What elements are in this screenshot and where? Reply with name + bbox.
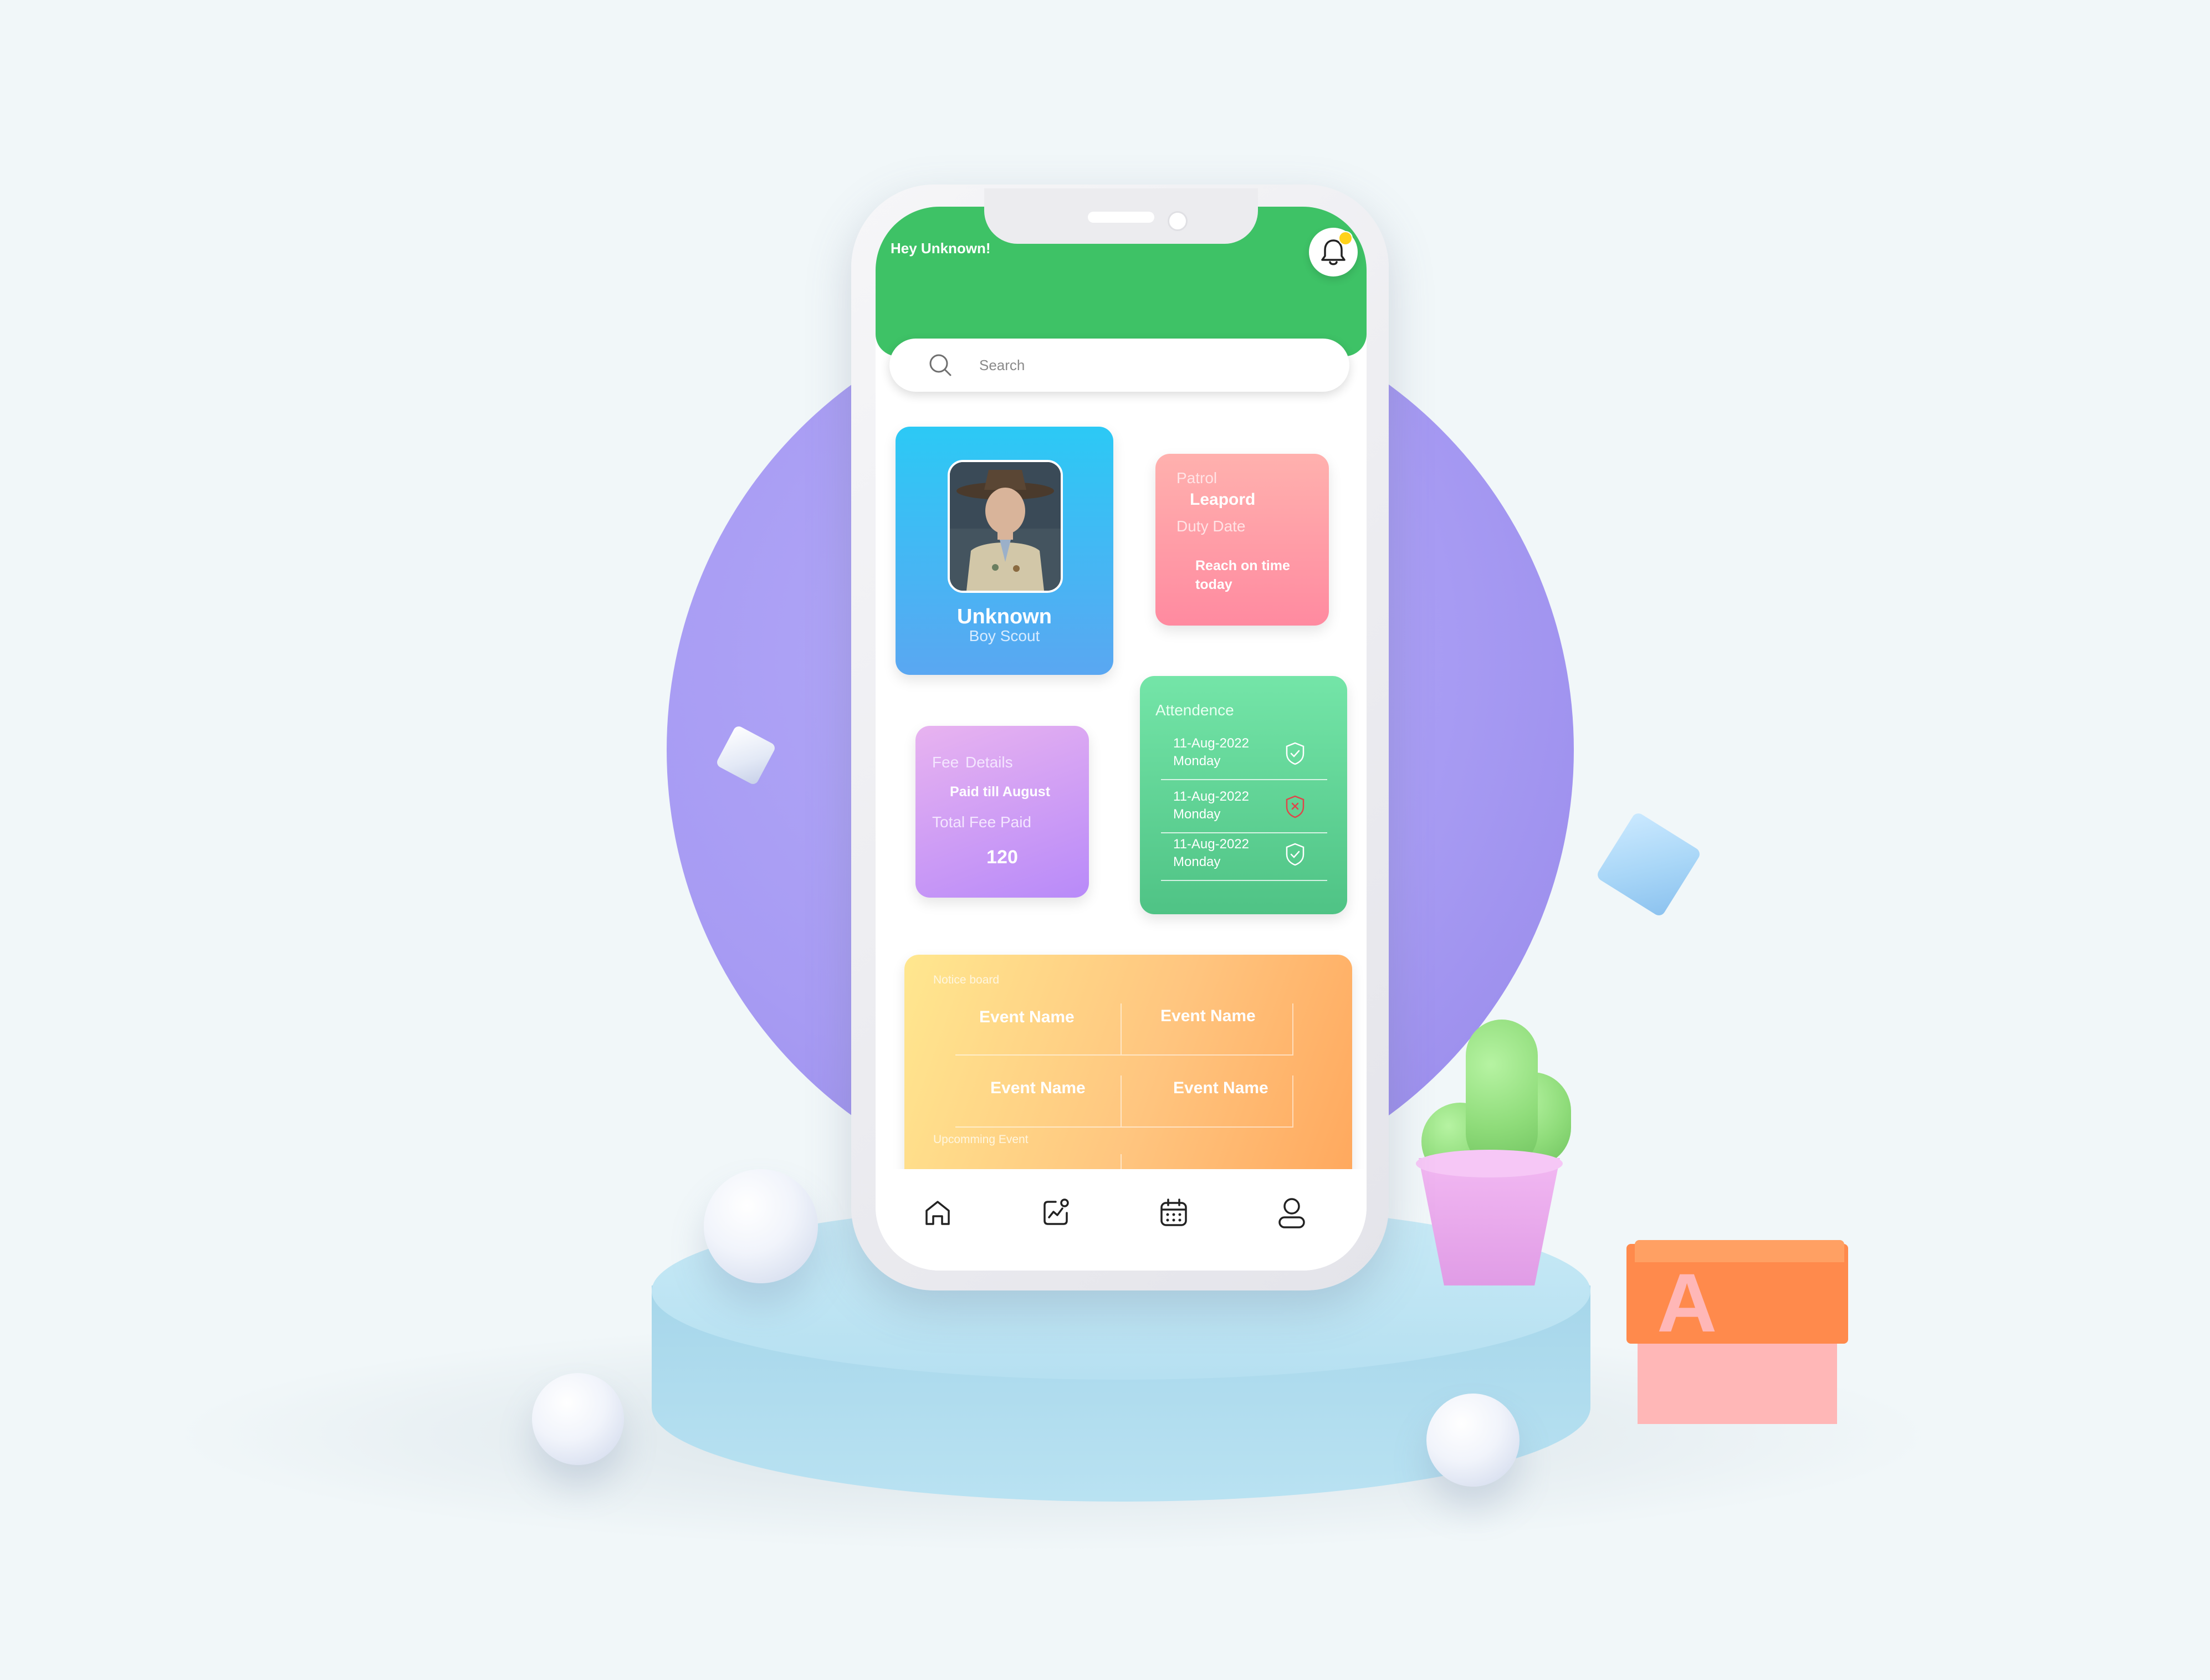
attendance-row: 11-Aug-2022 Monday — [1161, 832, 1327, 881]
attendance-day: Monday — [1173, 807, 1221, 822]
event-name[interactable]: Event Name — [979, 1008, 1075, 1027]
tab-calendar[interactable] — [1154, 1194, 1193, 1232]
duty-date-label: Duty Date — [1176, 518, 1246, 535]
analytics-icon — [1043, 1198, 1069, 1225]
cactus-pot-rim — [1416, 1150, 1563, 1177]
letter-block-letter: A — [1657, 1256, 1717, 1349]
app-screen: Hey Unknown! Search Unknown Boy Scout Pa… — [876, 207, 1367, 1271]
attendance-row: 11-Aug-2022 Monday — [1161, 785, 1327, 833]
search-bar[interactable] — [889, 339, 1349, 392]
cactus-body — [1466, 1020, 1538, 1169]
attendance-date: 11-Aug-2022 — [1173, 789, 1249, 804]
home-icon — [925, 1201, 950, 1225]
profile-name: Unknown — [957, 605, 1052, 628]
notification-badge — [1338, 231, 1353, 245]
scout-portrait-image — [950, 462, 1061, 591]
tab-analytics[interactable] — [1036, 1194, 1075, 1232]
attendance-day: Monday — [1173, 754, 1221, 769]
attendance-card[interactable]: Attendence 11-Aug-2022 Monday 11-Aug-202… — [1140, 676, 1347, 914]
notice-grid-divider — [1121, 1003, 1122, 1054]
tab-home[interactable] — [918, 1194, 957, 1232]
decor-ball — [1426, 1394, 1520, 1487]
patrol-value: Leapord — [1190, 490, 1256, 509]
shield-check-icon — [1286, 843, 1304, 866]
patrol-label: Patrol — [1176, 469, 1217, 486]
attendance-day: Monday — [1173, 854, 1221, 869]
calendar-icon — [1160, 1198, 1187, 1226]
profile-avatar — [948, 460, 1063, 593]
event-name[interactable]: Event Name — [990, 1079, 1086, 1098]
greeting-text: Hey Unknown! — [891, 240, 991, 257]
event-name[interactable]: Event Name — [1160, 1007, 1256, 1026]
duty-date-value-line1: Reach on time — [1195, 558, 1290, 573]
notice-board-title: Notice board — [933, 974, 1000, 986]
attendance-date: 11-Aug-2022 — [1173, 837, 1249, 852]
phone-speaker — [1088, 212, 1154, 223]
profile-role: Boy Scout — [969, 627, 1040, 644]
profile-card[interactable]: Unknown Boy Scout — [896, 427, 1113, 675]
fee-title-word2: Details — [965, 754, 1013, 771]
tab-profile[interactable] — [1272, 1194, 1311, 1232]
decor-ball — [704, 1169, 818, 1283]
event-name[interactable]: Event Name — [1173, 1079, 1268, 1098]
profile-icon — [1278, 1198, 1305, 1228]
search-input[interactable] — [978, 352, 1313, 378]
shield-x-icon — [1286, 795, 1304, 818]
phone-camera — [1168, 211, 1188, 231]
shield-check-icon — [1286, 742, 1304, 765]
upcoming-event-label: Upcomming Event — [933, 1133, 1029, 1146]
decor-cube-blue — [1595, 811, 1702, 918]
patrol-card[interactable]: Patrol Leapord Duty Date Reach on time t… — [1155, 454, 1329, 626]
total-fee-label: Total Fee Paid — [932, 813, 1031, 831]
total-fee-value: 120 — [986, 847, 1018, 868]
fee-details-card[interactable]: Fee Details Paid till August Total Fee P… — [915, 726, 1089, 898]
notice-board-card[interactable]: Notice board Event Name Event Name Event… — [904, 955, 1352, 1187]
search-icon — [929, 354, 951, 376]
notice-grid-divider — [1121, 1075, 1122, 1126]
attendance-date: 11-Aug-2022 — [1173, 736, 1249, 751]
decor-ball — [532, 1373, 624, 1465]
bottom-tab-bar — [876, 1169, 1367, 1271]
attendance-title: Attendence — [1155, 701, 1234, 719]
duty-date-value-line2: today — [1195, 577, 1232, 592]
fee-paid-status: Paid till August — [950, 784, 1051, 800]
attendance-row: 11-Aug-2022 Monday — [1161, 731, 1327, 780]
fee-title-word1: Fee — [932, 754, 959, 771]
